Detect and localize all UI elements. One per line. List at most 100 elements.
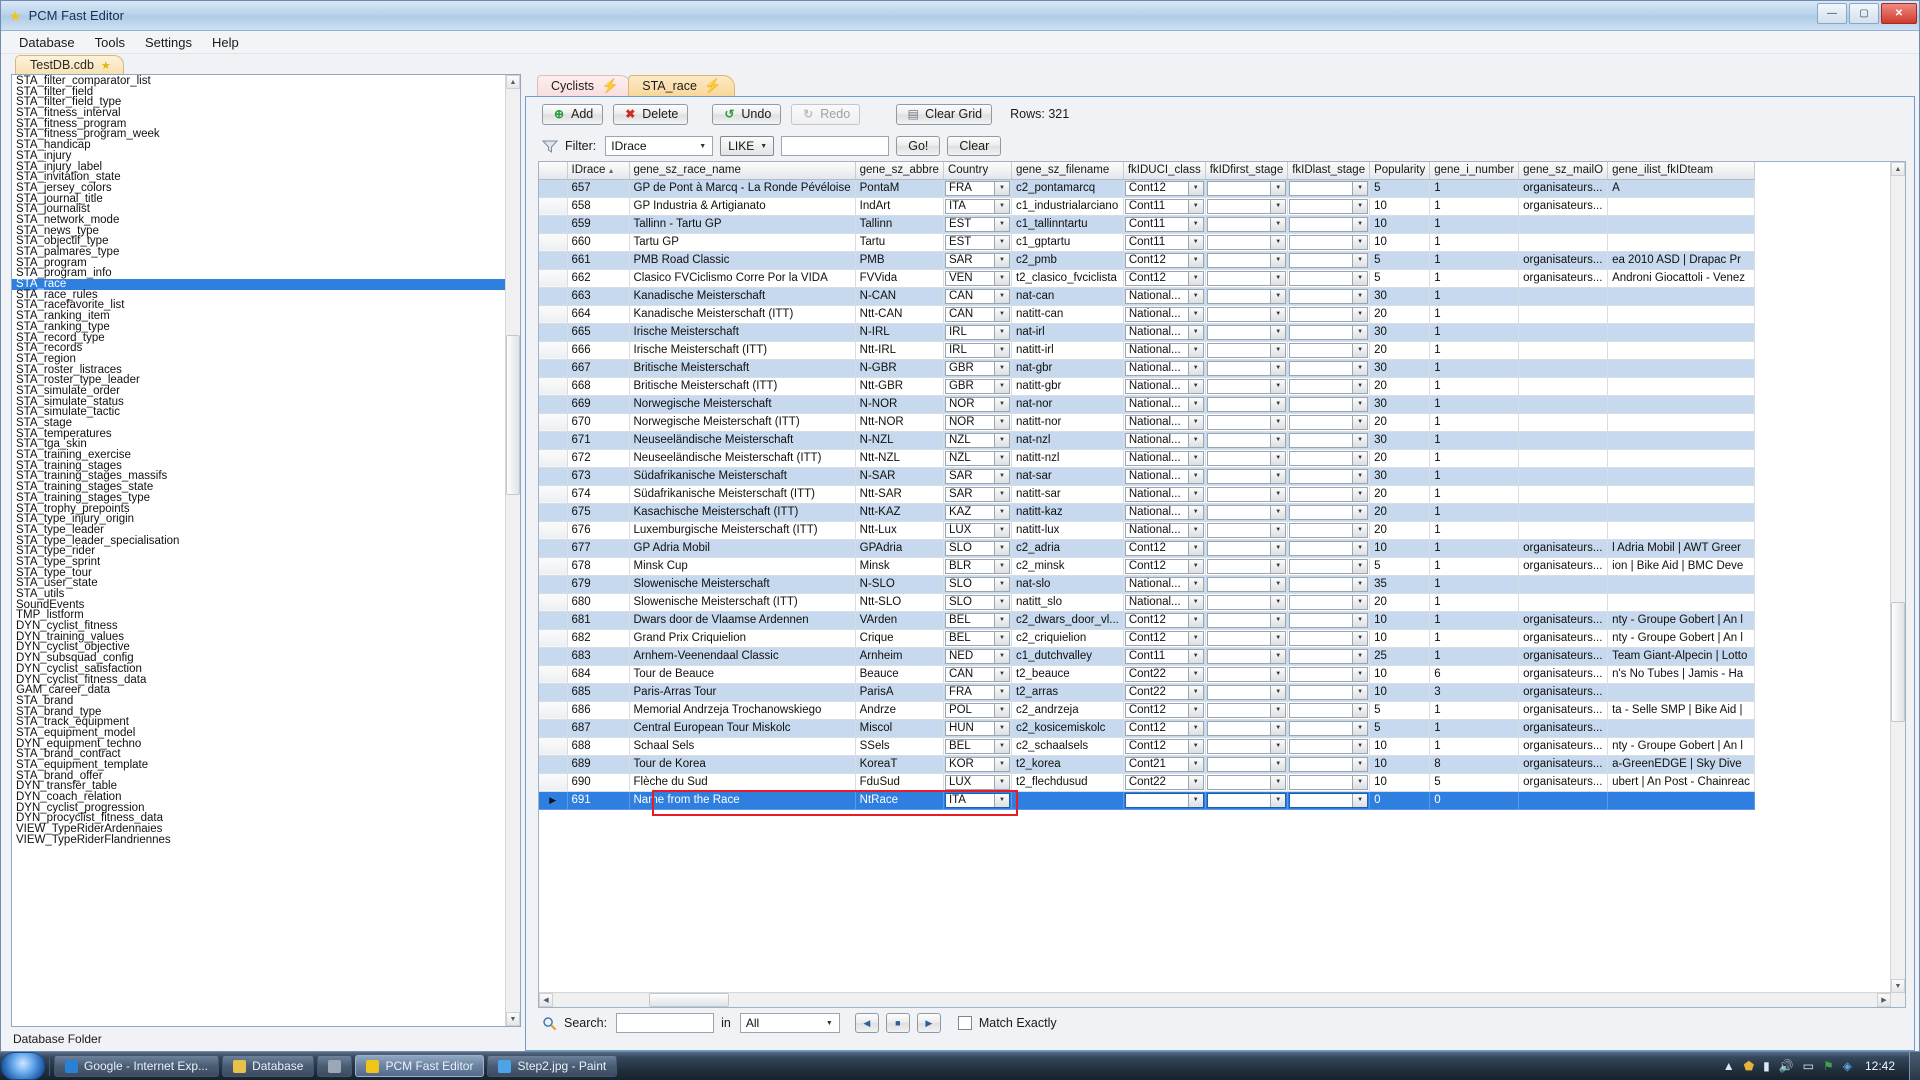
chevron-down-icon[interactable]: ▼ [993,541,1009,555]
chevron-down-icon[interactable]: ▼ [1187,793,1203,807]
chevron-down-icon[interactable]: ▼ [993,649,1009,663]
combo-fkidfirst_stage[interactable]: ▼ [1206,342,1287,358]
cell-fkidfirst_stage[interactable]: ▼ [1205,575,1289,594]
chevron-down-icon[interactable]: ▼ [1270,703,1286,717]
cell-fkiduci_class[interactable]: National... ▼ [1123,323,1206,342]
combo-fkiduci_class[interactable]: National... ▼ [1124,360,1204,376]
cell-gene_i_number[interactable]: 1 [1429,359,1520,378]
combo-fkiduci_class[interactable]: Cont12 ▼ [1124,180,1204,196]
cell-gene_ilist_fkidteam[interactable]: ubert | An Post - Chainreac [1607,773,1755,792]
cell-fkiduci_class[interactable]: Cont22 ▼ [1123,665,1206,684]
cell-fkidlast_stage[interactable]: ▼ [1287,593,1371,612]
cell-gene_sz_race_name[interactable]: Slowenische Meisterschaft (ITT) [629,593,856,612]
chevron-down-icon[interactable]: ▼ [993,523,1009,537]
chevron-down-icon[interactable]: ▼ [993,199,1009,213]
table-list-item[interactable]: DYN_cyclist_satisfaction [12,663,506,675]
cell-gene_sz_race_name[interactable]: Tour de Korea [629,755,856,774]
chevron-down-icon[interactable]: ▼ [1352,649,1368,663]
cell-gene_sz_race_name[interactable]: Norwegische Meisterschaft (ITT) [629,413,856,432]
cell-country[interactable]: CAN ▼ [943,305,1012,324]
combo-fkidlast_stage[interactable]: ▼ [1289,720,1369,736]
combo-fkiduci_class[interactable]: National... ▼ [1124,486,1204,502]
cell-gene_ilist_fkidteam[interactable] [1607,683,1755,702]
table-list-item[interactable]: STA_jersey_colors [12,182,506,194]
chevron-down-icon[interactable]: ▼ [1187,217,1203,231]
combo-fkidfirst_stage[interactable]: ▼ [1206,432,1287,448]
chevron-down-icon[interactable]: ▼ [1270,379,1286,393]
chevron-down-icon[interactable]: ▼ [1270,253,1286,267]
combo-fkidlast_stage[interactable]: ▼ [1289,594,1369,610]
cell-fkiduci_class[interactable]: Cont12 ▼ [1123,629,1206,648]
cell-fkiduci_class[interactable]: National... ▼ [1123,341,1206,360]
cell-popularity[interactable]: 10 [1369,665,1431,684]
shield-icon[interactable]: ⬟ [1744,1059,1754,1073]
chevron-down-icon[interactable]: ▼ [1352,631,1368,645]
cell-gene_sz_filename[interactable]: nat-nor [1011,395,1124,414]
cell-gene_sz_race_name[interactable]: Norwegische Meisterschaft [629,395,856,414]
cell-gene_sz_race_name[interactable]: GP Adria Mobil [629,539,856,558]
chevron-down-icon[interactable]: ▼ [1352,487,1368,501]
cell-popularity[interactable]: 5 [1369,701,1431,720]
cell-popularity[interactable]: 0 [1369,791,1431,810]
table-list-item[interactable]: STA_records [12,343,506,354]
chevron-down-icon[interactable]: ▼ [1352,523,1368,537]
combo-fkidlast_stage[interactable]: ▼ [1289,270,1369,286]
row-selector[interactable] [539,611,568,630]
cell-gene_ilist_fkidteam[interactable] [1607,323,1755,342]
search-prev-button[interactable]: ◀ [854,1013,879,1033]
cell-gene_ilist_fkidteam[interactable] [1607,359,1755,378]
menu-item-help[interactable]: Help [202,33,249,52]
chevron-down-icon[interactable]: ▼ [1270,361,1286,375]
chevron-down-icon[interactable]: ▼ [1352,253,1368,267]
combo-fkidfirst_stage[interactable]: ▼ [1206,270,1287,286]
data-grid-table[interactable]: IDrace ▲ gene_sz_race_name gene_sz_abbre Cou… [539,162,1755,810]
table-row[interactable]: 688 Schaal Sels SSels BEL ▼ c2_schaalsels Cont… [539,737,1755,756]
cell-gene_sz_filename[interactable]: natitt-gbr [1011,377,1124,396]
cell-gene_sz_race_name[interactable]: Grand Prix Criquielion [629,629,856,648]
cell-gene_ilist_fkidteam[interactable]: a-GreenEDGE | Sky Dive [1607,755,1755,774]
combo-fkidlast_stage[interactable]: ▼ [1289,486,1369,502]
cell-fkiduci_class[interactable]: National... ▼ [1123,593,1206,612]
cell-fkiduci_class[interactable]: National... ▼ [1123,287,1206,306]
combo-country[interactable]: NZL ▼ [944,432,1010,448]
chevron-down-icon[interactable]: ▼ [1270,721,1286,735]
table-list-item[interactable]: STA_brand [12,695,506,707]
cell-gene_sz_race_name[interactable]: GP Industria & Artigianato [629,197,856,216]
network-icon[interactable]: ▮ [1763,1059,1770,1073]
redo-button[interactable]: ↻ Redo [791,103,861,125]
cell-gene_sz_filename[interactable]: c1_tallinntartu [1011,215,1124,234]
cell-gene_sz_race_name[interactable]: Tartu GP [629,233,856,252]
cell-popularity[interactable]: 20 [1369,503,1431,522]
column-header-popularity[interactable]: Popularity [1369,162,1431,180]
cell-gene_sz_abbre[interactable]: Minsk [855,557,944,576]
cell-gene_ilist_fkidteam[interactable] [1607,593,1755,612]
cell-gene_sz_abbre[interactable]: Ntt-Lux [855,521,944,540]
cell-gene_sz_race_name[interactable]: Tallinn - Tartu GP [629,215,856,234]
table-list-item[interactable]: SoundEvents [12,599,506,611]
table-row[interactable]: 665 Irische Meisterschaft N-IRL IRL ▼ nat-irl… [539,323,1755,342]
row-selector[interactable] [539,179,568,198]
chevron-down-icon[interactable]: ▼ [1270,775,1286,789]
table-row[interactable]: 689 Tour de Korea KoreaT KOR ▼ t2_korea Cont21… [539,755,1755,774]
chevron-down-icon[interactable]: ▼ [1352,469,1368,483]
combo-fkidfirst_stage[interactable]: ▼ [1206,414,1287,430]
cell-gene_i_number[interactable]: 1 [1429,341,1520,360]
cell-gene_sz_mailo[interactable] [1518,575,1609,594]
cell-fkiduci_class[interactable]: Cont11 ▼ [1123,233,1206,252]
cell-fkidlast_stage[interactable]: ▼ [1287,431,1371,450]
chevron-down-icon[interactable]: ▼ [993,793,1009,807]
cell-popularity[interactable]: 10 [1369,755,1431,774]
cell-gene_sz_abbre[interactable]: Ntt-GBR [855,377,944,396]
cell-popularity[interactable]: 10 [1369,197,1431,216]
combo-fkidlast_stage[interactable]: ▼ [1289,774,1369,790]
chevron-down-icon[interactable]: ▼ [1187,199,1203,213]
chevron-down-icon[interactable]: ▼ [1270,289,1286,303]
cell-gene_sz_race_name[interactable]: Irische Meisterschaft [629,323,856,342]
cell-country[interactable]: IRL ▼ [943,341,1012,360]
combo-country[interactable]: SAR ▼ [944,252,1010,268]
table-row[interactable]: 686 Memorial Andrzeja Trochanowskiego Andr… [539,701,1755,720]
table-row[interactable]: 671 Neuseeländische Meisterschaft N-NZL NZL… [539,431,1755,450]
combo-country[interactable]: CAN ▼ [944,666,1010,682]
cell-gene_i_number[interactable]: 1 [1429,557,1520,576]
cell-idrace[interactable]: 670 [567,413,630,432]
